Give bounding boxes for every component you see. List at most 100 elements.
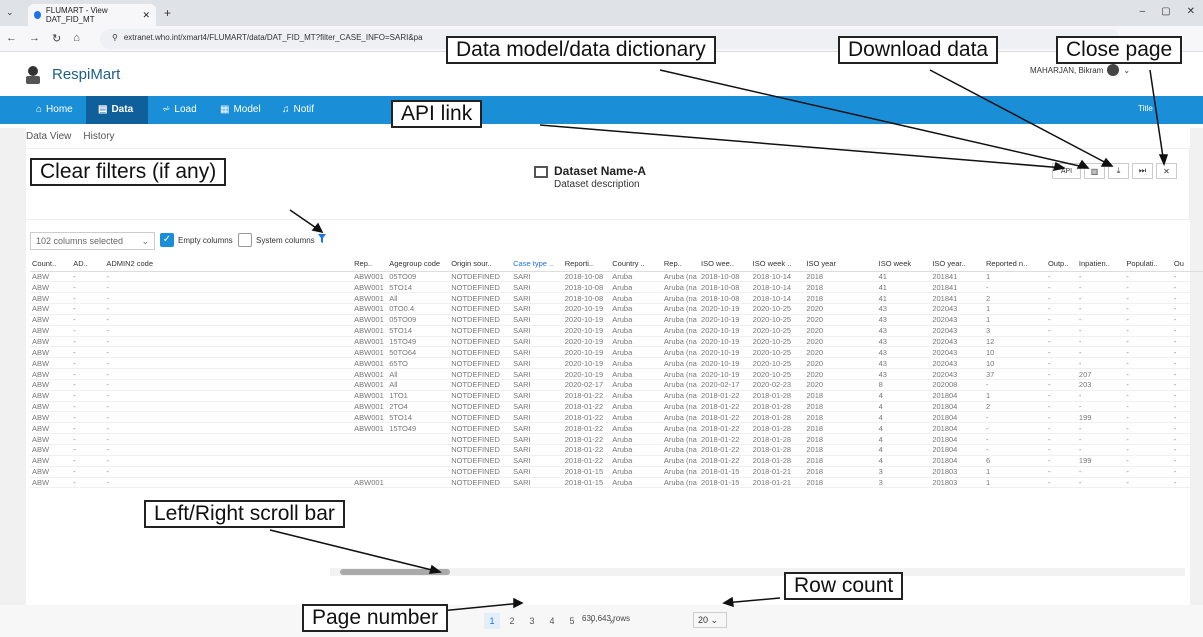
nav-load[interactable]: ⩫ Load — [162, 104, 197, 115]
table-row[interactable]: ABW - - ABW001 65TO NOTDEFINED SARI 2020-10-19 A… — [30, 357, 1203, 370]
table-row[interactable]: ABW - - ABW001 1TO1 NOTDEFINED SARI 2018-01-22 A… — [30, 390, 1203, 402]
table-row[interactable]: ABW - - ABW001 All NOTDEFINED SARI 2018-10-08 Ar… — [30, 292, 1203, 305]
table-cell: 2018-01-21 — [750, 477, 805, 489]
table-row[interactable]: ABW - - ABW001 15TO49 NOTDEFINED SARI 2020-10-1… — [30, 336, 1203, 348]
table-cell: 1TO1 — [387, 390, 450, 402]
new-tab-icon[interactable]: + — [164, 6, 171, 20]
table-cell: Aruba — [610, 390, 662, 402]
site-info-icon[interactable]: ⚲ — [112, 33, 118, 45]
empty-columns-checkbox[interactable]: ✓ — [160, 233, 174, 247]
table-row[interactable]: ABW - - ABW001 15TO49 NOTDEFINED SARI 2018-01-2… — [30, 422, 1203, 435]
table-cell: - — [71, 368, 105, 380]
user-menu[interactable]: MAHARJAN, Bikram ⌄ — [1030, 64, 1130, 76]
browser-tab[interactable]: FLUMART - View DAT_FID_MT ✕ — [28, 4, 156, 26]
nav-notif[interactable]: ♫ Notif — [282, 104, 314, 115]
column-header[interactable]: ISO year — [804, 256, 877, 272]
column-header[interactable]: Case type .. — [511, 256, 563, 272]
tab-list-chevron-icon[interactable]: ⌄ — [6, 7, 14, 18]
system-columns-checkbox[interactable] — [238, 233, 252, 247]
table-row[interactable]: ABW - - ABW001 2TO4 NOTDEFINED SARI 2018-01-22 A… — [30, 401, 1203, 413]
column-header[interactable]: ISO week — [876, 256, 931, 272]
table-row[interactable]: ABW - - ABW001 50TO64 NOTDEFINED SARI 2020-10-1… — [30, 346, 1203, 359]
table-row[interactable]: ABW - - ABW001 All NOTDEFINED SARI 2020-02-17 Ar… — [30, 379, 1203, 391]
table-row[interactable]: ABW - - NOTDEFINED SARI 2018-01-22 Aruba Aruba … — [30, 444, 1203, 456]
table-row[interactable]: ABW - - NOTDEFINED SARI 2018-01-22 Aruba Aruba … — [30, 455, 1203, 467]
column-header[interactable]: Rep.. — [352, 256, 388, 272]
column-header[interactable]: Origin sour.. — [449, 256, 512, 272]
dataset-name: Dataset Name-A — [554, 164, 647, 178]
table-cell: - — [1171, 390, 1203, 402]
table-row[interactable]: ABW - - ABW001 5TO14 NOTDEFINED SARI 2018-01-22… — [30, 411, 1203, 424]
skip-icon: ⏭ — [1138, 166, 1147, 175]
url-text: extranet.who.int/xmart4/FLUMART/data/DAT… — [123, 33, 423, 42]
close-window-icon[interactable]: ✕ — [1187, 6, 1195, 17]
column-selector[interactable]: 102 columns selected ⌄ — [30, 232, 155, 250]
table-row[interactable]: ABW - - ABW001 5TO14 NOTDEFINED SARI 2020-10-19… — [30, 325, 1203, 337]
table-row[interactable]: ABW - - NOTDEFINED SARI 2018-01-15 Aruba Aruba … — [30, 466, 1203, 478]
table-cell: 2018-01-22 — [562, 411, 611, 424]
page-link[interactable]: 5 — [564, 616, 580, 626]
home-icon[interactable]: ⌂ — [73, 32, 80, 45]
table-row[interactable]: ABW - - ABW001 5TO14 NOTDEFINED SARI 2018-10-08… — [30, 281, 1203, 294]
column-header[interactable]: Populati.. — [1124, 256, 1172, 272]
download-button[interactable]: ⤓ — [1108, 163, 1129, 179]
restore-icon[interactable]: ▢ — [1161, 6, 1170, 17]
column-header[interactable]: ADMIN2 code — [104, 256, 353, 272]
column-header[interactable]: AD.. — [71, 256, 105, 272]
column-header[interactable]: Country .. — [610, 256, 662, 272]
table-row[interactable]: ABW - - ABW001 All NOTDEFINED SARI 2020-10-19 Ar… — [30, 368, 1203, 380]
filter-clear-icon[interactable] — [318, 234, 328, 244]
nav-model[interactable]: ▦ Model — [220, 104, 261, 115]
table-cell: - — [1045, 390, 1077, 402]
table-cell: 2018-01-22 — [562, 422, 611, 435]
tab-data-view[interactable]: Data View — [26, 131, 71, 142]
row-count-select[interactable]: 20 ⌄ — [693, 612, 727, 628]
back-icon[interactable]: ← — [6, 32, 17, 45]
table-cell: 41 — [876, 271, 931, 283]
minimize-icon[interactable]: – — [1140, 6, 1146, 17]
table-row[interactable]: ABW - - ABW001 NOTDEFINED SARI 2018-01-15 Aruba… — [30, 477, 1203, 489]
column-header[interactable]: Outp.. — [1045, 256, 1077, 272]
column-header[interactable]: ISO week .. — [750, 256, 805, 272]
column-header[interactable]: Reported n.. — [984, 256, 1046, 272]
table-cell: 2020-10-25 — [750, 368, 805, 380]
reload-icon[interactable]: ↻ — [52, 32, 61, 45]
close-tab-icon[interactable]: ✕ — [142, 10, 150, 21]
table-icon — [534, 166, 548, 178]
table-row[interactable]: ABW - - ABW001 0TO0.4 NOTDEFINED SARI 2020-10-1… — [30, 303, 1203, 315]
page-link[interactable]: 1 — [484, 613, 500, 629]
column-header[interactable]: Ou — [1171, 256, 1203, 272]
table-cell: ABW — [30, 390, 72, 402]
page-link[interactable]: 2 — [504, 616, 520, 626]
callout-row-count: Row count — [784, 572, 904, 601]
column-header[interactable]: Agegroup code — [387, 256, 450, 272]
page-link[interactable]: 4 — [544, 616, 560, 626]
table-cell: 201841 — [930, 281, 984, 294]
column-header[interactable]: Rep.. — [661, 256, 700, 272]
column-header[interactable]: Inpatien.. — [1076, 256, 1125, 272]
tab-history[interactable]: History — [83, 131, 114, 142]
horizontal-scrollbar[interactable] — [330, 568, 1185, 576]
api-link-button[interactable]: API — [1052, 163, 1081, 179]
nav-data[interactable]: ▤ Data — [98, 104, 133, 115]
nav-home[interactable]: ⌂ Home — [36, 104, 73, 115]
last-page-button[interactable]: ⏭ — [1132, 163, 1153, 179]
table-row[interactable]: ABW - - ABW001 05TO09 NOTDEFINED SARI 2018-10-0… — [30, 271, 1203, 283]
table-cell: 2020 — [804, 314, 877, 326]
scrollbar-thumb[interactable] — [340, 569, 450, 575]
column-header[interactable]: Count.. — [30, 256, 72, 272]
callout-scroll: Left/Right scroll bar — [144, 500, 345, 529]
page-link[interactable]: 3 — [524, 616, 540, 626]
column-header[interactable]: ISO year.. — [930, 256, 984, 272]
table-row[interactable]: ABW - - ABW001 05TO09 NOTDEFINED SARI 2020-10-1… — [30, 314, 1203, 326]
table-cell: 4 — [876, 422, 931, 435]
column-header[interactable]: Reporti.. — [562, 256, 611, 272]
title-toggle[interactable]: Title — [1138, 104, 1153, 113]
forward-icon[interactable]: → — [29, 32, 40, 45]
table-row[interactable]: ABW - - NOTDEFINED SARI 2018-01-22 Aruba Aruba … — [30, 433, 1203, 445]
data-model-button[interactable]: ▥ — [1084, 163, 1105, 179]
close-page-button[interactable]: ✕ — [1156, 163, 1177, 179]
table-cell: 2020 — [804, 325, 877, 337]
column-header[interactable]: ISO wee.. — [699, 256, 751, 272]
table-cell: NOTDEFINED — [449, 368, 512, 380]
